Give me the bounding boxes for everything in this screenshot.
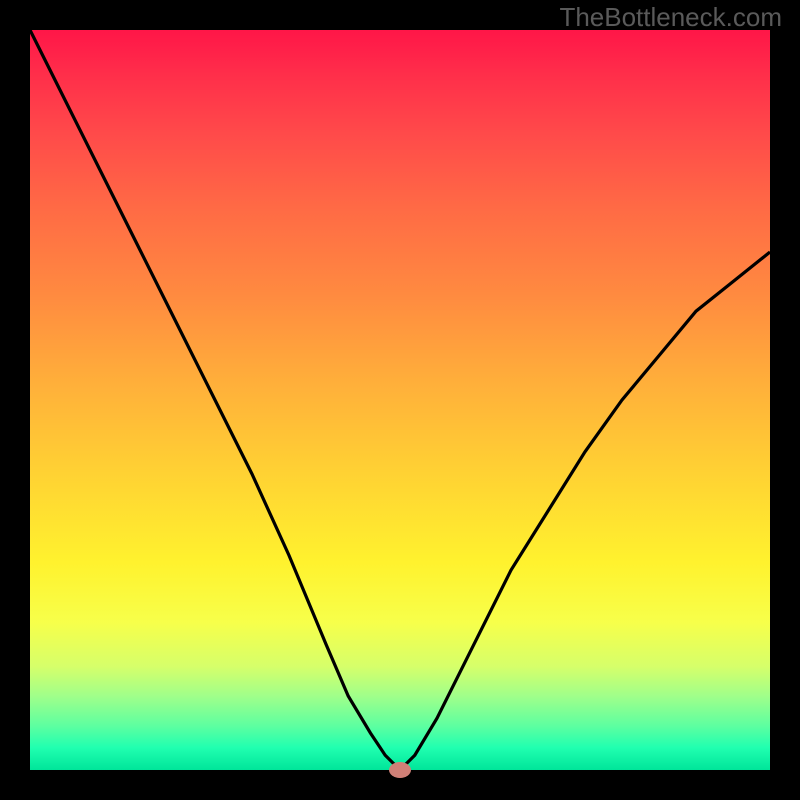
minimum-marker: [389, 762, 411, 778]
watermark-text: TheBottleneck.com: [559, 2, 782, 33]
plot-area: [30, 30, 770, 770]
curve-svg: [30, 30, 770, 770]
bottleneck-curve: [30, 30, 770, 770]
chart-container: TheBottleneck.com: [0, 0, 800, 800]
